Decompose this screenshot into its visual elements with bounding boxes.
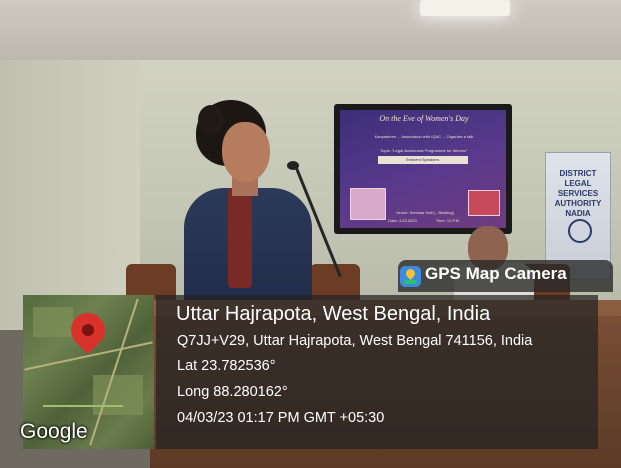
screen-title: On the Eve of Women's Day xyxy=(346,114,502,123)
screen-time: Time: 12 P.M. xyxy=(435,218,461,223)
speaker-face xyxy=(222,122,270,182)
ceiling-light xyxy=(420,0,510,16)
microphone-icon xyxy=(287,161,299,170)
emblem-icon xyxy=(568,219,592,243)
screen-speakers-box: Eminent Speakers: xyxy=(378,156,468,164)
presentation-screen: On the Eve of Women's Day Kanyashree ...… xyxy=(340,110,506,228)
screen-speakers-heading: Eminent Speakers: xyxy=(406,157,440,162)
longitude-line: Long 88.280162° xyxy=(177,384,288,400)
map-road xyxy=(43,405,123,407)
map-pin-center xyxy=(82,324,94,336)
banner-text: DISTRICT LEGAL SERVICES AUTHORITY NADIA xyxy=(554,169,602,218)
screen-photo-right xyxy=(468,190,500,216)
gps-app-label: GPS Map Camera xyxy=(425,264,567,283)
screen-venue: Venue: Seminar Hall (...Building) xyxy=(396,210,454,215)
speaker-hair-bun xyxy=(198,105,224,135)
ceiling xyxy=(0,0,621,60)
screen-photo-left xyxy=(350,188,386,220)
place-title: Uttar Hajrapota, West Bengal, India xyxy=(176,303,491,325)
screen-date: Date: 4.03.2023 xyxy=(388,218,417,223)
latitude-line: Lat 23.782536° xyxy=(177,358,276,374)
speaker-scarf xyxy=(228,188,252,288)
google-logo: Google xyxy=(20,420,88,443)
address-line: Q7JJ+V29, Uttar Hajrapota, West Bengal 7… xyxy=(177,333,533,349)
wall-left-section xyxy=(0,30,140,330)
datetime-line: 04/03/23 01:17 PM GMT +05:30 xyxy=(177,410,385,426)
screen-title-line2: Women's Day xyxy=(425,114,469,123)
map-field xyxy=(33,307,73,337)
screen-title-line1: On the Eve of xyxy=(379,114,424,123)
gps-icon-base xyxy=(404,280,417,284)
screen-subtitle: Kanyashree ... Association with IQAC ...… xyxy=(374,134,474,139)
screen-topic: Topic: "Legal Awareness Programme for Wo… xyxy=(380,148,468,153)
